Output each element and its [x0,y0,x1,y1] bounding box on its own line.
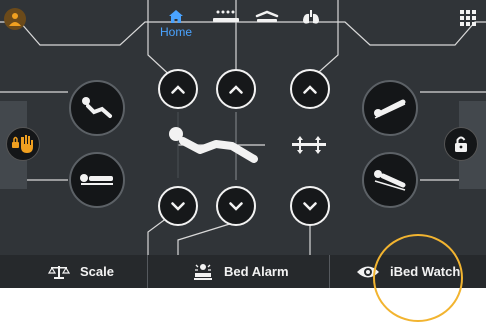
highlight-circle [373,234,463,322]
chevron-up-icon [229,84,243,94]
user-settings-button[interactable] [4,8,26,30]
chevron-down-icon [229,201,243,211]
hand-lock-button[interactable] [6,127,40,161]
scale-label: Scale [80,264,114,279]
tab-bed-incline[interactable] [250,4,284,44]
home-icon [169,10,183,23]
chevron-up-icon [171,84,185,94]
reverse-trendelenburg-button[interactable] [362,152,418,208]
height-up-button[interactable] [290,69,330,109]
bed-exit-icon [213,10,239,22]
patient-reclining-figure [166,124,260,164]
tab-lungs[interactable] [296,4,326,44]
scale-button[interactable]: Scale [0,255,147,288]
hand-lock-icon [12,135,33,153]
scale-icon [48,265,70,279]
trendelenburg-icon [374,99,406,119]
tab-bed-exit[interactable] [204,4,248,44]
bed-height-icon [292,136,326,154]
patient-reclining-icon [169,127,258,163]
bed-alarm-button[interactable]: Bed Alarm [148,255,329,288]
knee-down-button[interactable] [216,186,256,226]
head-up-button[interactable] [158,69,198,109]
chair-position-icon [82,97,112,118]
chevron-down-icon [171,201,185,211]
trendelenburg-button[interactable] [362,80,418,136]
flat-position-button[interactable] [69,152,125,208]
flat-position-icon [80,174,113,185]
grid-menu-icon [460,10,476,26]
tab-home[interactable]: Home [156,4,196,44]
tab-home-label: Home [159,25,192,39]
head-down-button[interactable] [158,186,198,226]
bed-alarm-icon [194,263,212,280]
chevron-down-icon [303,201,317,211]
lungs-icon [303,10,319,24]
bed-height-indicator [290,135,328,155]
bed-alarm-label: Bed Alarm [224,264,289,279]
height-down-button[interactable] [290,186,330,226]
padlock-icon [455,136,467,152]
padlock-button[interactable] [444,127,478,161]
chevron-up-icon [303,84,317,94]
grid-menu-button[interactable] [460,10,476,26]
knee-up-button[interactable] [216,69,256,109]
user-settings-icon [9,13,21,26]
bed-incline-icon [255,10,279,22]
chair-position-button[interactable] [69,80,125,136]
reverse-trendelenburg-icon [374,170,406,191]
